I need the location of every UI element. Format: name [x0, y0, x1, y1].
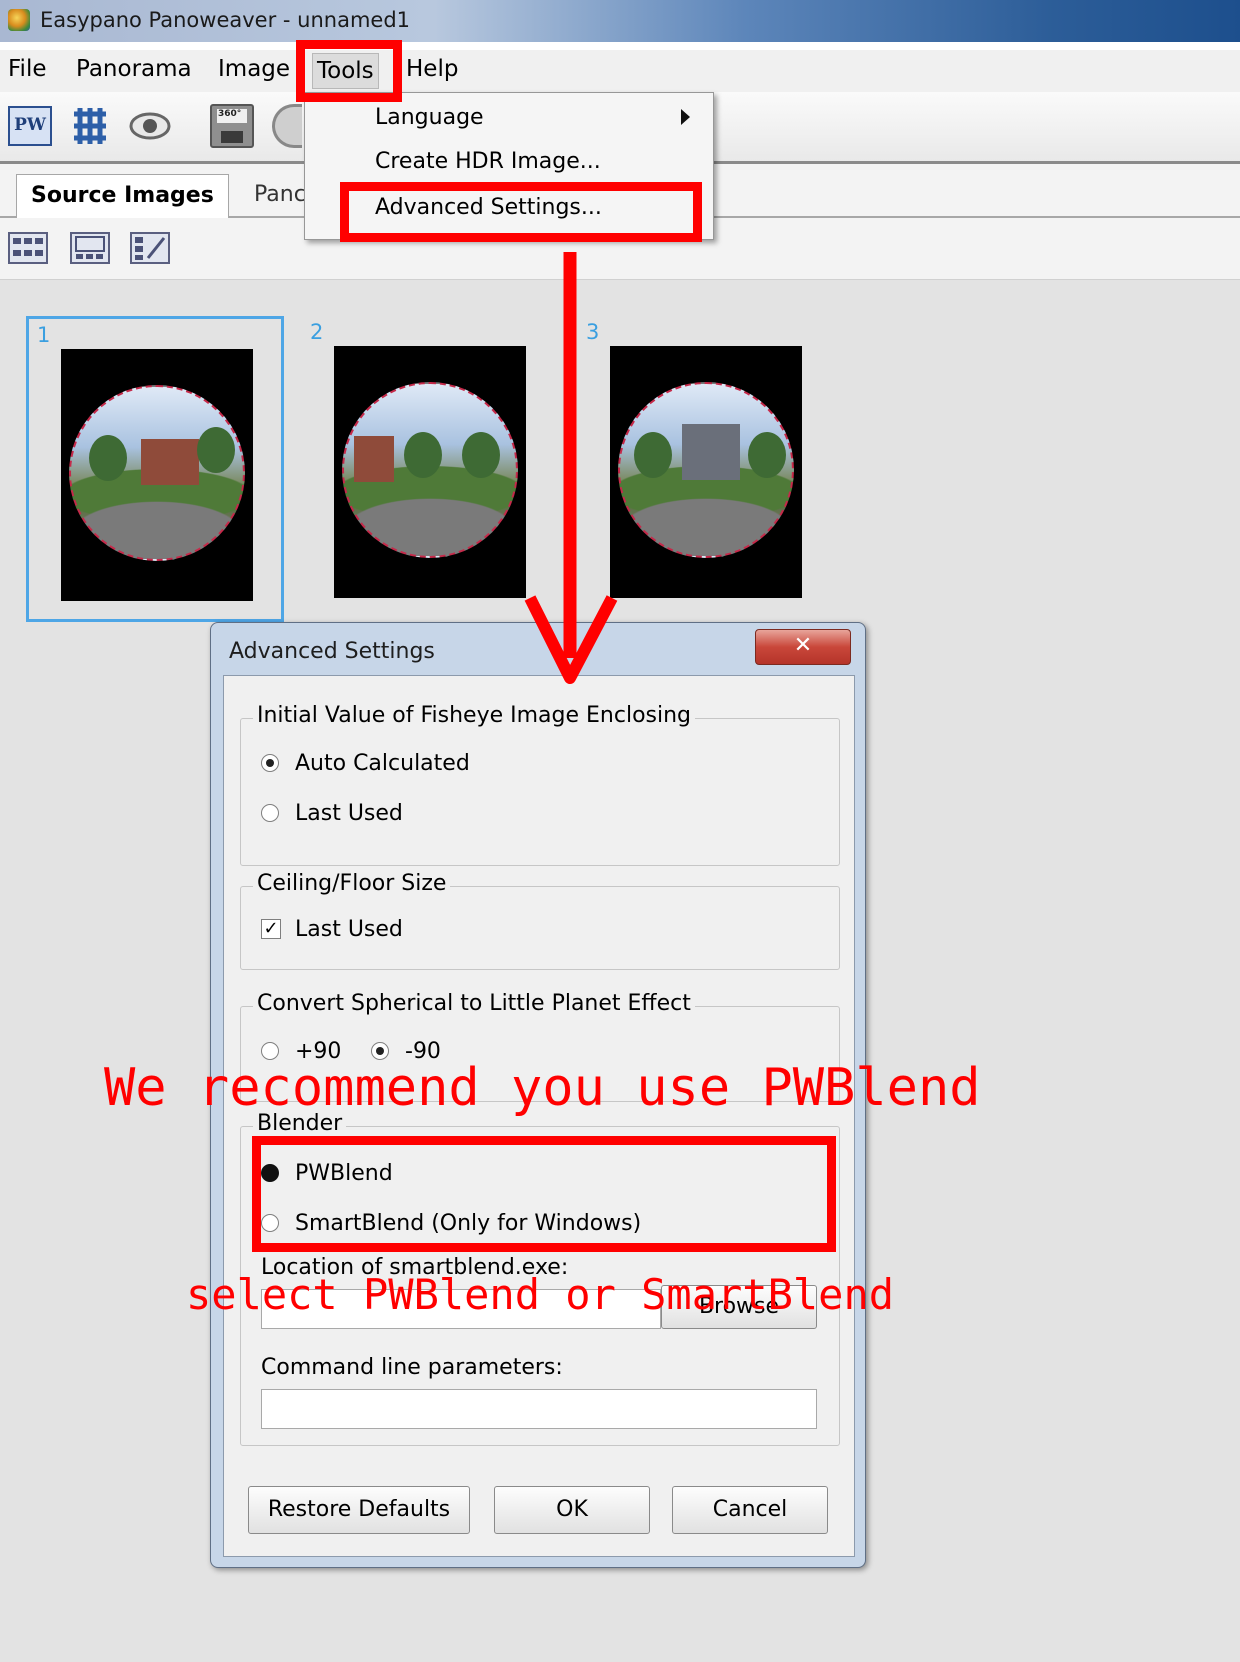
- app-logo-icon: [8, 9, 30, 31]
- highlight-tools-menu: [296, 40, 402, 102]
- red-arrow-icon: [524, 252, 618, 684]
- fisheye-photo: [61, 349, 253, 601]
- restore-defaults-button[interactable]: Restore Defaults: [248, 1486, 470, 1534]
- close-button[interactable]: ✕: [755, 629, 851, 665]
- tab-source-images[interactable]: Source Images: [16, 174, 229, 218]
- checkbox-checked-icon: ✓: [261, 919, 281, 939]
- ok-button[interactable]: OK: [494, 1486, 650, 1534]
- little-planet-legend: Convert Spherical to Little Planet Effec…: [253, 991, 695, 1016]
- menu-item-create-hdr[interactable]: Create HDR Image...: [375, 149, 601, 174]
- params-label: Command line parameters:: [261, 1355, 563, 1380]
- grid-view-icon[interactable]: [8, 232, 48, 264]
- title-bar: Easypano Panoweaver - unnamed1: [0, 0, 1240, 42]
- dialog-title: Advanced Settings: [229, 639, 435, 664]
- thumbnail-card[interactable]: 1: [26, 316, 284, 622]
- fisheye-photo: [334, 346, 526, 598]
- pw-logo-button[interactable]: PW: [8, 106, 52, 146]
- annotation-select: select PWBlend or SmartBlend: [186, 1270, 895, 1319]
- preview-eye-icon[interactable]: [128, 104, 172, 148]
- submenu-arrow-icon: [681, 109, 690, 125]
- thumbnail-view-icon[interactable]: [70, 232, 110, 264]
- highlight-blender-options: [252, 1136, 836, 1252]
- ceiling-legend: Ceiling/Floor Size: [253, 871, 451, 896]
- menu-panorama[interactable]: Panorama: [76, 56, 192, 82]
- menu-image[interactable]: Image: [218, 56, 290, 82]
- fisheye-photo: [610, 346, 802, 598]
- menu-item-language[interactable]: Language: [375, 105, 484, 130]
- radio-checked-icon: [261, 754, 279, 772]
- thumbnail-number: 1: [37, 323, 51, 347]
- thumbnail-number: 2: [310, 320, 324, 344]
- menu-help[interactable]: Help: [406, 56, 458, 82]
- publish-icon[interactable]: [272, 104, 302, 148]
- enclosing-group: Initial Value of Fisheye Image Enclosing…: [240, 703, 840, 866]
- list-view-icon[interactable]: [130, 232, 170, 264]
- window-title: Easypano Panoweaver - unnamed1: [40, 8, 411, 32]
- radio-unchecked-icon: [261, 804, 279, 822]
- annotation-recommend: We recommend you use PWBlend: [104, 1058, 981, 1118]
- ceiling-group: Ceiling/Floor Size ✓ Last Used: [240, 871, 840, 970]
- save-360-badge: 360°: [218, 109, 242, 119]
- menu-file[interactable]: File: [8, 56, 47, 82]
- params-input[interactable]: [261, 1389, 817, 1429]
- stitch-icon[interactable]: [68, 104, 112, 148]
- menu-bar: File Panorama Image Tools Help: [0, 50, 1240, 92]
- highlight-advanced-settings: [340, 182, 702, 242]
- save-360-icon[interactable]: 360°: [210, 104, 254, 148]
- cancel-button[interactable]: Cancel: [672, 1486, 828, 1534]
- enclosing-legend: Initial Value of Fisheye Image Enclosing: [253, 703, 696, 728]
